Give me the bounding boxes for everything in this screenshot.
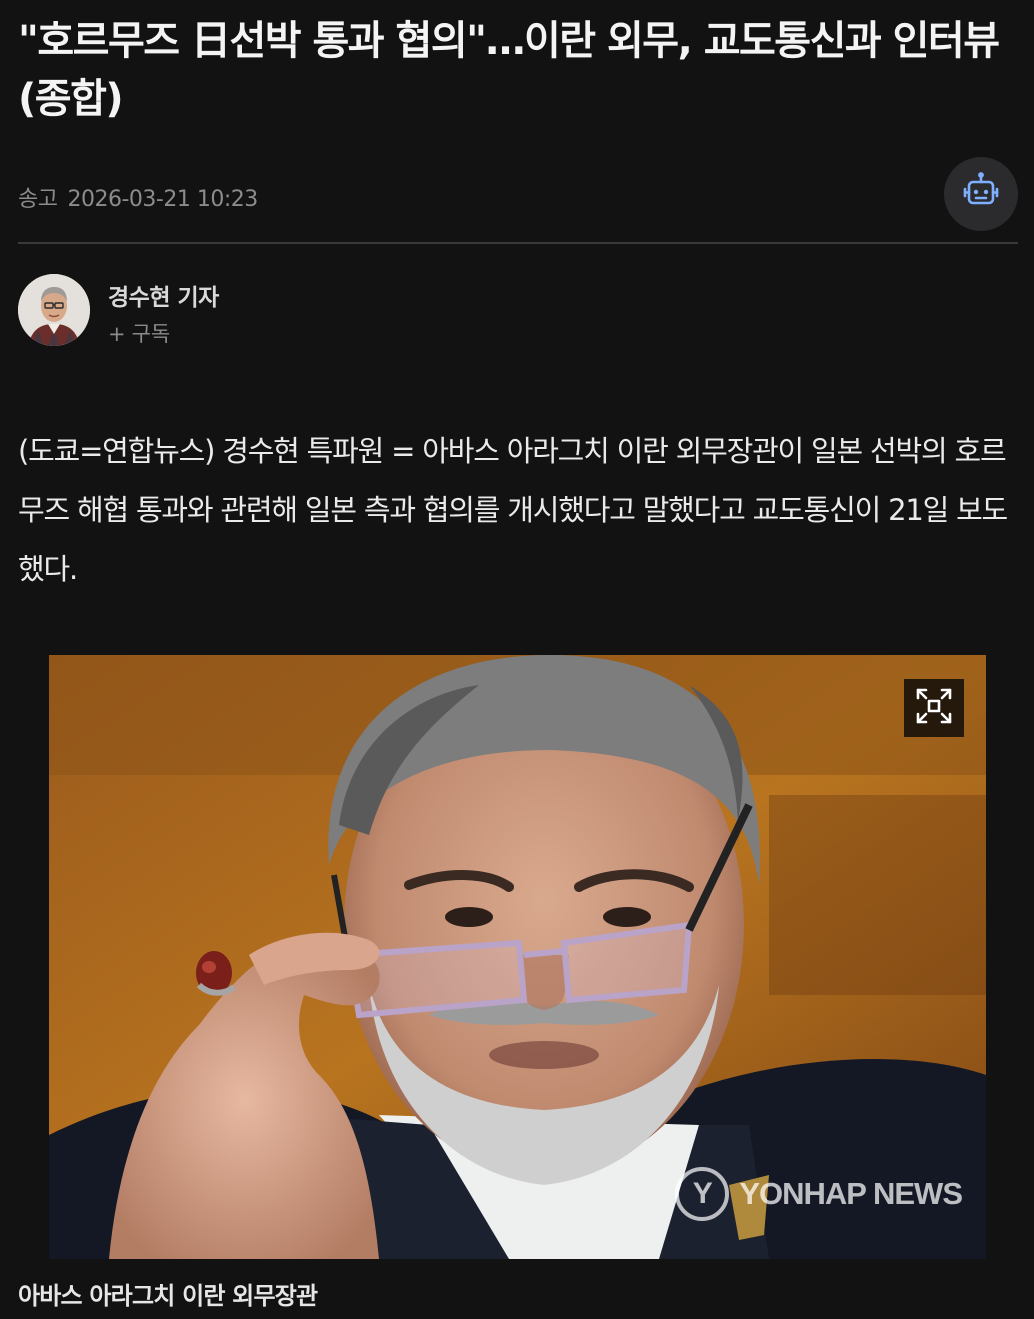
article-headline: "호르무즈 日선박 통과 협의"…이란 외무, 교도통신과 인터뷰(종합): [18, 18, 1000, 122]
yonhap-logo-mark: Y: [675, 1167, 730, 1221]
robot-icon: [960, 171, 1002, 217]
photo-caption: 아바스 아라그치 이란 외무장관: [18, 1282, 318, 1310]
subscribe-label: 구독: [131, 322, 171, 346]
expand-icon: [914, 686, 954, 730]
article-photo[interactable]: Y YONHAP NEWS: [49, 655, 986, 1259]
article-lead-paragraph: (도쿄=연합뉴스) 경수현 특파원 = 아바스 아라그치 이란 외무장관이 일본…: [18, 434, 1008, 586]
reporter-name[interactable]: 경수현 기자: [108, 278, 219, 312]
watermark-text: YONHAP NEWS: [739, 1176, 963, 1211]
subscribe-button[interactable]: + 구독: [108, 318, 170, 348]
plus-icon: +: [108, 322, 126, 346]
expand-photo-button[interactable]: [904, 679, 964, 737]
reporter-byline: 경수현 기자 + 구독: [18, 272, 618, 348]
ai-summary-button[interactable]: [944, 157, 1018, 231]
yonhap-watermark: Y YONHAP NEWS: [675, 1167, 963, 1221]
published-info: 송고 2026-03-21 10:23: [18, 181, 258, 213]
reporter-avatar[interactable]: [18, 274, 90, 346]
article-page: "호르무즈 日선박 통과 협의"…이란 외무, 교도통신과 인터뷰(종합) 송고…: [0, 0, 1034, 1319]
article-meta: 송고 2026-03-21 10:23: [18, 157, 1018, 231]
published-time: 2026-03-21 10:23: [67, 187, 258, 212]
header-divider: [18, 242, 1018, 244]
published-label: 송고: [18, 187, 58, 212]
